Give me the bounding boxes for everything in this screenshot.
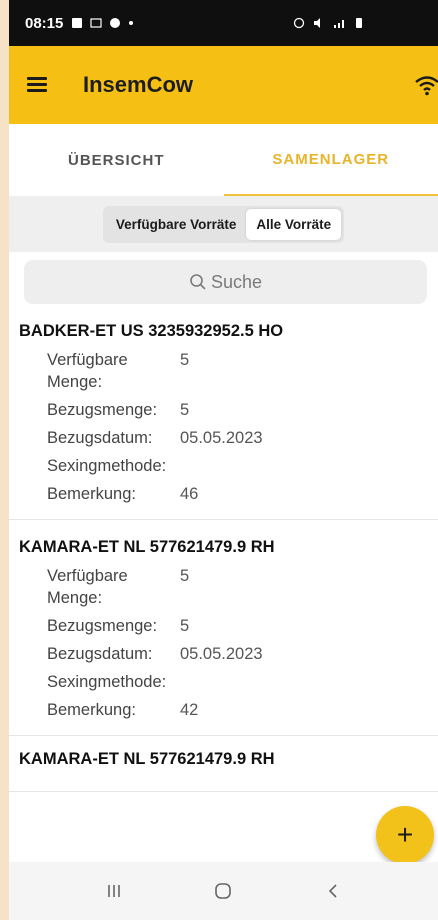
filter-available-button[interactable]: Verfügbare Vorräte (106, 209, 247, 240)
list-item[interactable]: KAMARA-ET NL 577621479.9 RH Verfügbare M… (9, 520, 438, 736)
mute-icon (314, 18, 320, 28)
tab-samenlager[interactable]: SAMENLAGER (223, 124, 438, 196)
label-sexing: Sexingmethode: (47, 457, 167, 475)
app-bar: InsemCow (9, 46, 438, 124)
signal-icon (334, 20, 344, 28)
system-nav-bar (9, 862, 438, 920)
gallery-icon (72, 18, 83, 28)
notification-icons (71, 17, 134, 29)
status-time: 08:15 (25, 14, 64, 32)
item-title: KAMARA-ET NL 577621479.9 RH (19, 750, 275, 768)
value-remark: 42 (180, 701, 199, 719)
list-item[interactable]: KAMARA-ET NL 577621479.9 RH (9, 736, 438, 792)
label-available: Verfügbare Menge: (47, 351, 128, 391)
stock-list: BADKER-ET US 3235932952.5 HO Verfügbare … (9, 304, 438, 792)
value-available: 5 (180, 351, 190, 369)
filter-all-button[interactable]: Alle Vorräte (246, 208, 342, 240)
row-date: Bezugsdatum: 05.05.2023 (19, 643, 426, 665)
row-remark: Bemerkung: 46 (19, 483, 426, 505)
label-date: Bezugsdatum: (47, 429, 153, 447)
row-remark: Bemerkung: 42 (19, 699, 426, 721)
alarm-icon (293, 17, 305, 29)
back-icon[interactable] (313, 871, 353, 911)
row-date: Bezugsdatum: 05.05.2023 (19, 427, 426, 449)
value-quantity: 5 (180, 401, 190, 419)
app-icon (110, 18, 121, 28)
value-date: 05.05.2023 (180, 645, 263, 663)
item-title: BADKER-ET US 3235932952.5 HO (19, 322, 284, 340)
filter-segmented-control: Verfügbare Vorräte Alle Vorräte (102, 205, 345, 243)
home-icon[interactable] (203, 871, 243, 911)
list-item[interactable]: BADKER-ET US 3235932952.5 HO Verfügbare … (9, 304, 438, 520)
label-remark: Bemerkung: (47, 485, 136, 503)
item-title: KAMARA-ET NL 577621479.9 RH (19, 538, 275, 556)
label-date: Bezugsdatum: (47, 645, 153, 663)
status-bar: 08:15 (9, 0, 438, 46)
system-icons (293, 17, 363, 29)
search-placeholder: Suche (210, 271, 263, 292)
wifi-icon[interactable] (414, 74, 438, 96)
battery-icon (356, 18, 362, 28)
label-quantity: Bezugsmenge: (47, 617, 158, 635)
search-input[interactable]: Suche (24, 260, 427, 304)
row-quantity: Bezugsmenge: 5 (19, 399, 426, 421)
mail-icon (90, 18, 102, 28)
tab-bar: ÜBERSICHT SAMENLAGER (9, 124, 438, 196)
tab-uebersicht[interactable]: ÜBERSICHT (9, 124, 224, 196)
row-available: Verfügbare Menge: 5 (19, 565, 426, 609)
label-remark: Bemerkung: (47, 701, 136, 719)
app-title: InsemCow (83, 72, 194, 97)
dot-icon (129, 21, 134, 25)
menu-icon[interactable] (27, 77, 49, 93)
row-sexing: Sexingmethode: (19, 671, 426, 693)
phone-screen: 08:15 InsemCow ÜBERSICHT SAMENLAGER Verf… (9, 0, 438, 920)
value-date: 05.05.2023 (180, 429, 263, 447)
label-quantity: Bezugsmenge: (47, 401, 158, 419)
recent-apps-icon[interactable] (94, 871, 134, 911)
filter-area: Verfügbare Vorräte Alle Vorräte (9, 196, 438, 252)
search-icon (190, 274, 206, 290)
label-available: Verfügbare Menge: (47, 567, 128, 607)
row-available: Verfügbare Menge: 5 (19, 349, 426, 393)
label-sexing: Sexingmethode: (47, 673, 167, 691)
value-quantity: 5 (180, 617, 190, 635)
value-remark: 46 (180, 485, 199, 503)
row-quantity: Bezugsmenge: 5 (19, 615, 426, 637)
add-button[interactable]: + (376, 806, 434, 864)
value-available: 5 (180, 567, 190, 585)
row-sexing: Sexingmethode: (19, 455, 426, 477)
